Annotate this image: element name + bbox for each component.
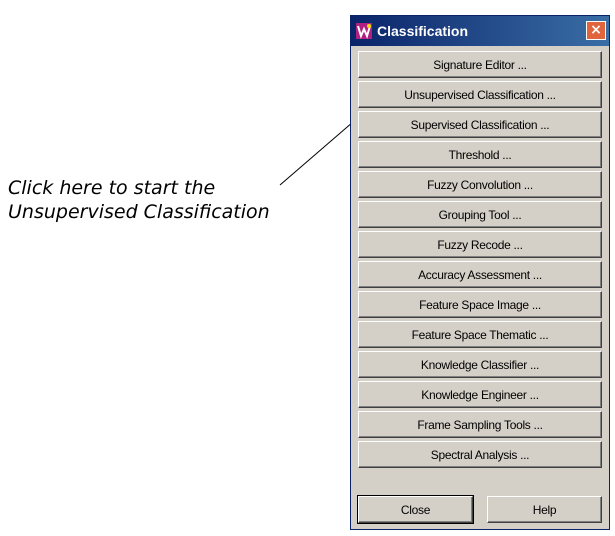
title-bar[interactable]: Classification × bbox=[351, 16, 609, 46]
callout-line-2: Unsupervised Classification bbox=[8, 201, 270, 223]
spectral-analysis-button[interactable]: Spectral Analysis ... bbox=[358, 441, 602, 468]
supervised-classification-button[interactable]: Supervised Classification ... bbox=[358, 111, 602, 138]
window-title: Classification bbox=[377, 23, 469, 39]
knowledge-engineer-button[interactable]: Knowledge Engineer ... bbox=[358, 381, 602, 408]
unsupervised-classification-button[interactable]: Unsupervised Classification ... bbox=[358, 81, 602, 108]
threshold-button[interactable]: Threshold ... bbox=[358, 141, 602, 168]
button-list: Signature Editor ... Unsupervised Classi… bbox=[351, 46, 609, 468]
footer-buttons: Close Help bbox=[357, 495, 602, 524]
feature-space-thematic-button[interactable]: Feature Space Thematic ... bbox=[358, 321, 602, 348]
classification-window: Classification × Signature Editor ... Un… bbox=[350, 15, 610, 530]
fuzzy-convolution-button[interactable]: Fuzzy Convolution ... bbox=[358, 171, 602, 198]
feature-space-image-button[interactable]: Feature Space Image ... bbox=[358, 291, 602, 318]
close-button[interactable]: Close bbox=[357, 495, 474, 524]
close-window-icon[interactable]: × bbox=[586, 21, 606, 40]
help-button[interactable]: Help bbox=[487, 496, 602, 523]
grouping-tool-button[interactable]: Grouping Tool ... bbox=[358, 201, 602, 228]
app-icon bbox=[355, 22, 373, 40]
fuzzy-recode-button[interactable]: Fuzzy Recode ... bbox=[358, 231, 602, 258]
frame-sampling-tools-button[interactable]: Frame Sampling Tools ... bbox=[358, 411, 602, 438]
callout-text: Click here to start the Unsupervised Cla… bbox=[8, 176, 270, 224]
accuracy-assessment-button[interactable]: Accuracy Assessment ... bbox=[358, 261, 602, 288]
signature-editor-button[interactable]: Signature Editor ... bbox=[358, 51, 602, 78]
knowledge-classifier-button[interactable]: Knowledge Classifier ... bbox=[358, 351, 602, 378]
callout-line-1: Click here to start the bbox=[8, 177, 216, 199]
